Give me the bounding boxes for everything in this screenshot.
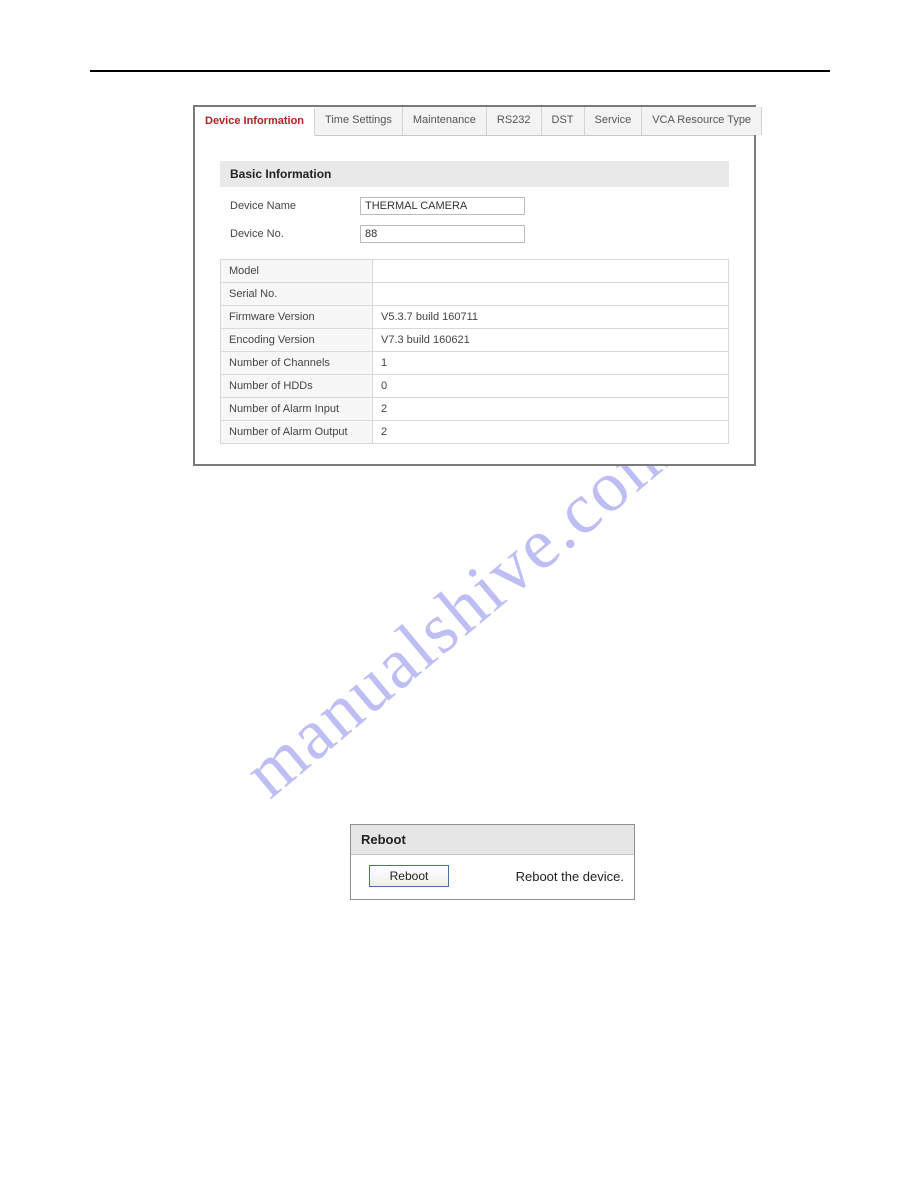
- document-page: manualshive.com Device Information Time …: [0, 0, 918, 1188]
- info-key-alarm-out: Number of Alarm Output: [221, 421, 373, 444]
- horizontal-rule: [90, 70, 830, 72]
- info-value-alarm-in: 2: [373, 398, 729, 421]
- device-no-input[interactable]: [360, 225, 525, 243]
- info-key-model: Model: [221, 260, 373, 283]
- table-row: Encoding Version V7.3 build 160621: [221, 329, 729, 352]
- table-row: Serial No.: [221, 283, 729, 306]
- info-value-encoding: V7.3 build 160621: [373, 329, 729, 352]
- info-key-hdds: Number of HDDs: [221, 375, 373, 398]
- info-key-alarm-in: Number of Alarm Input: [221, 398, 373, 421]
- info-value-hdds: 0: [373, 375, 729, 398]
- table-row: Number of HDDs 0: [221, 375, 729, 398]
- device-name-input[interactable]: [360, 197, 525, 215]
- info-value-alarm-out: 2: [373, 421, 729, 444]
- info-value-channels: 1: [373, 352, 729, 375]
- table-row: Number of Alarm Input 2: [221, 398, 729, 421]
- tab-vca-resource-type[interactable]: VCA Resource Type: [642, 107, 762, 135]
- info-key-channels: Number of Channels: [221, 352, 373, 375]
- device-name-label: Device Name: [220, 200, 360, 212]
- tab-dst[interactable]: DST: [542, 107, 585, 135]
- table-row: Number of Channels 1: [221, 352, 729, 375]
- watermark-text: manualshive.com: [228, 406, 692, 814]
- info-value-serial: [373, 283, 729, 306]
- info-value-firmware: V5.3.7 build 160711: [373, 306, 729, 329]
- info-key-firmware: Firmware Version: [221, 306, 373, 329]
- reboot-header: Reboot: [351, 825, 634, 855]
- table-row: Number of Alarm Output 2: [221, 421, 729, 444]
- info-key-serial: Serial No.: [221, 283, 373, 306]
- info-key-encoding: Encoding Version: [221, 329, 373, 352]
- tab-service[interactable]: Service: [585, 107, 643, 135]
- table-row: Model: [221, 260, 729, 283]
- tab-maintenance[interactable]: Maintenance: [403, 107, 487, 135]
- device-no-label: Device No.: [220, 228, 360, 240]
- device-no-row: Device No.: [220, 225, 729, 243]
- basic-information-header: Basic Information: [220, 161, 729, 187]
- device-name-row: Device Name: [220, 197, 729, 215]
- reboot-panel: Reboot Reboot Reboot the device.: [350, 824, 635, 900]
- table-row: Firmware Version V5.3.7 build 160711: [221, 306, 729, 329]
- info-value-model: [373, 260, 729, 283]
- tab-rs232[interactable]: RS232: [487, 107, 542, 135]
- info-table: Model Serial No. Firmware Version V5.3.7…: [220, 259, 729, 444]
- tab-bar: Device Information Time Settings Mainten…: [195, 107, 754, 136]
- device-info-panel: Device Information Time Settings Mainten…: [193, 105, 756, 466]
- tab-device-information[interactable]: Device Information: [195, 108, 315, 136]
- reboot-description: Reboot the device.: [516, 869, 624, 884]
- tab-time-settings[interactable]: Time Settings: [315, 107, 403, 135]
- reboot-body: Reboot Reboot the device.: [351, 855, 634, 899]
- panel-body: Basic Information Device Name Device No.…: [195, 136, 754, 464]
- reboot-button[interactable]: Reboot: [369, 865, 449, 887]
